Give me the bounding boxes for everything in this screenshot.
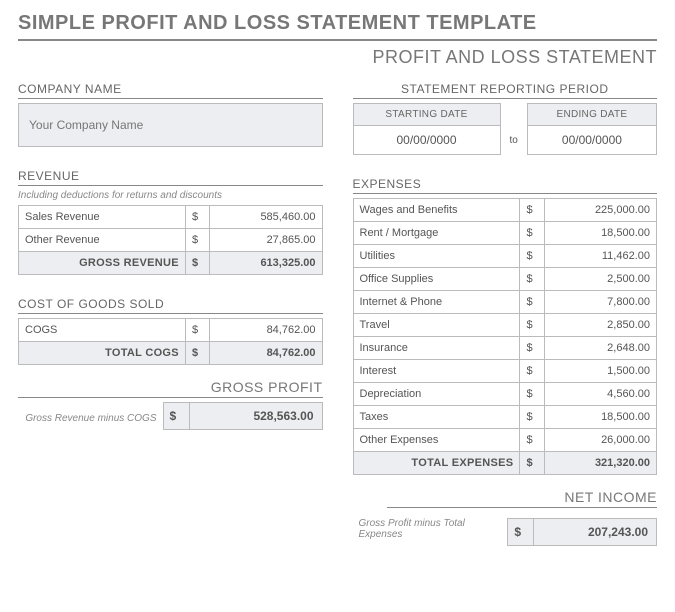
expense-value[interactable]: 18,500.00 [544, 406, 656, 429]
expense-row: Interest$1,500.00 [353, 360, 657, 383]
gross-profit-value-box: $ 528,563.00 [163, 402, 323, 430]
revenue-header: REVENUE [18, 169, 323, 186]
cogs-value[interactable]: 84,762.00 [210, 319, 322, 342]
expense-value[interactable]: 2,850.00 [544, 314, 656, 337]
expense-row: Utilities$11,462.00 [353, 245, 657, 268]
expense-value[interactable]: 2,500.00 [544, 268, 656, 291]
expense-label[interactable]: Taxes [353, 406, 520, 429]
currency-symbol: $ [520, 429, 544, 452]
expense-value[interactable]: 18,500.00 [544, 222, 656, 245]
expense-row: Depreciation$4,560.00 [353, 383, 657, 406]
net-income-value: 207,243.00 [534, 519, 656, 545]
revenue-total-value: 613,325.00 [210, 252, 322, 275]
period-end-label: ENDING DATE [527, 104, 656, 126]
expense-value[interactable]: 225,000.00 [544, 199, 656, 222]
currency-symbol: $ [508, 519, 534, 545]
gross-profit-note: Gross Revenue minus COGS [19, 407, 162, 430]
expense-row: Rent / Mortgage$18,500.00 [353, 222, 657, 245]
expenses-total-value: 321,320.00 [544, 452, 656, 475]
cogs-total-value: 84,762.00 [210, 342, 322, 365]
period-to-label: to [500, 126, 527, 155]
period-start-input[interactable]: 00/00/0000 [353, 126, 500, 155]
expense-label[interactable]: Interest [353, 360, 520, 383]
expense-value[interactable]: 11,462.00 [544, 245, 656, 268]
cogs-total-label: TOTAL COGS [19, 342, 186, 365]
expense-label[interactable]: Utilities [353, 245, 520, 268]
sub-title: PROFIT AND LOSS STATEMENT [18, 47, 657, 68]
cogs-total-row: TOTAL COGS $ 84,762.00 [19, 342, 323, 365]
expense-value[interactable]: 2,648.00 [544, 337, 656, 360]
cogs-table: COGS$84,762.00 TOTAL COGS $ 84,762.00 [18, 318, 323, 365]
revenue-label[interactable]: Sales Revenue [19, 206, 186, 229]
currency-symbol: $ [520, 245, 544, 268]
expenses-total-label: TOTAL EXPENSES [353, 452, 520, 475]
gross-profit-row: Gross Revenue minus COGS $ 528,563.00 [18, 402, 323, 430]
expense-label[interactable]: Insurance [353, 337, 520, 360]
expense-value[interactable]: 7,800.00 [544, 291, 656, 314]
expense-row: Insurance$2,648.00 [353, 337, 657, 360]
expense-row: Wages and Benefits$225,000.00 [353, 199, 657, 222]
expense-row: Internet & Phone$7,800.00 [353, 291, 657, 314]
expense-value[interactable]: 1,500.00 [544, 360, 656, 383]
currency-symbol: $ [185, 206, 209, 229]
gross-profit-value: 528,563.00 [190, 403, 322, 429]
gross-profit-header: GROSS PROFIT [18, 379, 323, 398]
revenue-value[interactable]: 27,865.00 [210, 229, 322, 252]
net-income-note: Gross Profit minus Total Expenses [353, 512, 508, 546]
currency-symbol: $ [520, 360, 544, 383]
revenue-total-label: GROSS REVENUE [19, 252, 186, 275]
currency-symbol: $ [164, 403, 190, 429]
expense-row: Other Expenses$26,000.00 [353, 429, 657, 452]
currency-symbol: $ [520, 314, 544, 337]
company-name-input[interactable]: Your Company Name [18, 103, 323, 147]
currency-symbol: $ [185, 342, 209, 365]
revenue-value[interactable]: 585,460.00 [210, 206, 322, 229]
revenue-row: Sales Revenue$585,460.00 [19, 206, 323, 229]
main-title: SIMPLE PROFIT AND LOSS STATEMENT TEMPLAT… [18, 12, 657, 41]
net-income-header: NET INCOME [387, 489, 657, 508]
currency-symbol: $ [185, 252, 209, 275]
period-start-label: STARTING DATE [353, 104, 500, 126]
cogs-row: COGS$84,762.00 [19, 319, 323, 342]
revenue-row: Other Revenue$27,865.00 [19, 229, 323, 252]
revenue-total-row: GROSS REVENUE $ 613,325.00 [19, 252, 323, 275]
expense-row: Travel$2,850.00 [353, 314, 657, 337]
expense-label[interactable]: Wages and Benefits [353, 199, 520, 222]
net-income-row: Gross Profit minus Total Expenses $ 207,… [353, 512, 658, 546]
currency-symbol: $ [520, 222, 544, 245]
company-header: COMPANY NAME [18, 82, 323, 99]
expense-label[interactable]: Depreciation [353, 383, 520, 406]
expense-row: Taxes$18,500.00 [353, 406, 657, 429]
currency-symbol: $ [185, 229, 209, 252]
expense-label[interactable]: Internet & Phone [353, 291, 520, 314]
currency-symbol: $ [520, 199, 544, 222]
net-income-value-box: $ 207,243.00 [507, 518, 657, 546]
expense-row: Office Supplies$2,500.00 [353, 268, 657, 291]
currency-symbol: $ [520, 406, 544, 429]
revenue-note: Including deductions for returns and dis… [18, 190, 323, 201]
cogs-header: COST OF GOODS SOLD [18, 297, 323, 314]
period-table: STARTING DATE ENDING DATE 00/00/0000 to … [353, 103, 658, 155]
revenue-table: Sales Revenue$585,460.00Other Revenue$27… [18, 205, 323, 275]
expense-label[interactable]: Office Supplies [353, 268, 520, 291]
expense-value[interactable]: 4,560.00 [544, 383, 656, 406]
expenses-header: EXPENSES [353, 177, 658, 194]
currency-symbol: $ [520, 337, 544, 360]
currency-symbol: $ [520, 452, 544, 475]
currency-symbol: $ [185, 319, 209, 342]
period-header: STATEMENT REPORTING PERIOD [353, 82, 658, 99]
revenue-label[interactable]: Other Revenue [19, 229, 186, 252]
expense-label[interactable]: Other Expenses [353, 429, 520, 452]
expenses-total-row: TOTAL EXPENSES $ 321,320.00 [353, 452, 657, 475]
expense-label[interactable]: Rent / Mortgage [353, 222, 520, 245]
currency-symbol: $ [520, 268, 544, 291]
cogs-label[interactable]: COGS [19, 319, 186, 342]
currency-symbol: $ [520, 383, 544, 406]
period-end-input[interactable]: 00/00/0000 [527, 126, 656, 155]
expense-value[interactable]: 26,000.00 [544, 429, 656, 452]
currency-symbol: $ [520, 291, 544, 314]
expenses-table: Wages and Benefits$225,000.00Rent / Mort… [353, 198, 658, 475]
expense-label[interactable]: Travel [353, 314, 520, 337]
